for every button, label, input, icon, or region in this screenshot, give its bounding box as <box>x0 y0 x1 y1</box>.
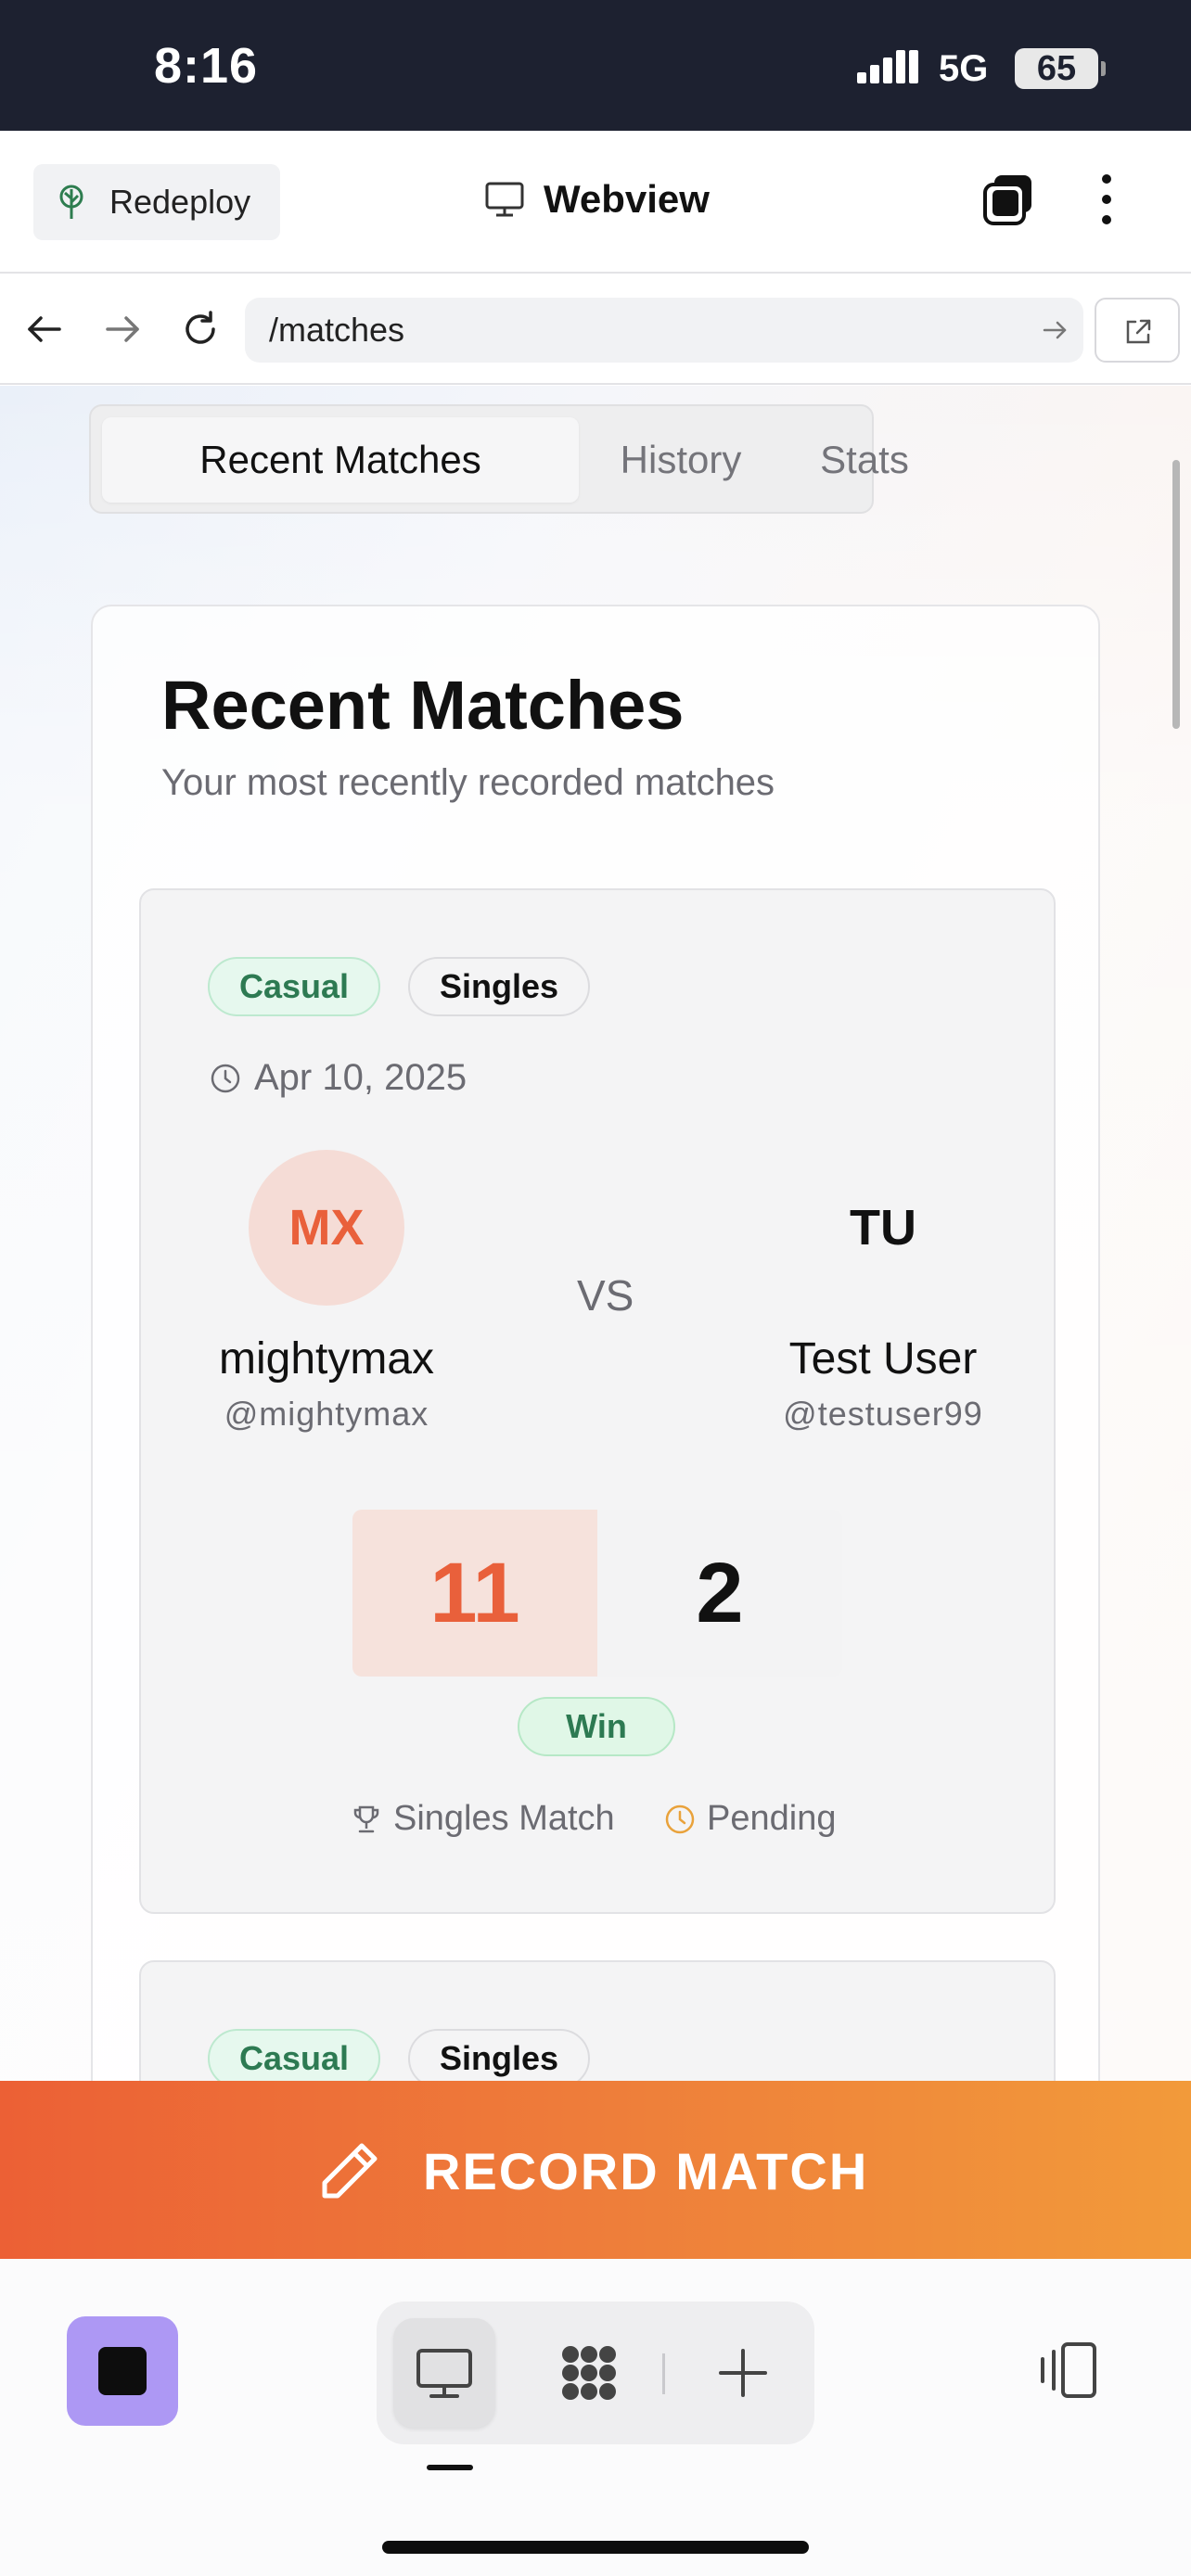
match-card[interactable]: Casual Singles Apr 10, 2025 MX TU VS mig… <box>139 888 1056 1914</box>
bottom-toolbar <box>0 2259 1191 2576</box>
match-card[interactable]: Casual Singles <box>139 1960 1056 2081</box>
monitor-icon <box>485 182 524 217</box>
tab-bar: Recent Matches History Stats <box>89 404 909 514</box>
tree-icon <box>59 185 83 219</box>
avatar: TU <box>805 1150 961 1306</box>
versus-label: VS <box>577 1271 634 1320</box>
dock-grid-button[interactable] <box>538 2318 640 2428</box>
clock-icon <box>211 1064 240 1092</box>
page-content: Recent Matches History Stats Recent Matc… <box>0 386 1191 2081</box>
pencil-icon <box>322 2143 378 2199</box>
arrow-left-icon[interactable] <box>20 305 69 353</box>
clock-icon <box>665 1804 695 1833</box>
player1-handle: @mightymax <box>224 1395 429 1433</box>
match-mode-badge: Casual <box>208 957 381 1016</box>
page-subtitle: Your most recently recorded matches <box>161 762 775 803</box>
redeploy-label: Redeploy <box>109 183 251 221</box>
dock-desktop-button[interactable] <box>393 2318 495 2428</box>
match-status-text: Pending <box>707 1799 837 1838</box>
app-header: Redeploy Webview <box>0 131 1191 274</box>
network-type: 5G <box>939 48 989 89</box>
match-type-text: Singles Match <box>393 1799 615 1838</box>
open-external-button[interactable] <box>1095 298 1180 363</box>
stop-button[interactable] <box>67 2316 178 2426</box>
match-type: Singles Match <box>351 1799 615 1839</box>
devices-icon[interactable] <box>1035 2340 1102 2400</box>
tabs-icon[interactable] <box>981 172 1037 227</box>
active-indicator <box>427 2465 473 2470</box>
match-mode-badge: Casual <box>208 2029 381 2081</box>
monitor-icon <box>416 2349 472 2398</box>
go-arrow-icon[interactable] <box>1041 316 1069 344</box>
battery-indicator: 65 <box>1015 48 1106 89</box>
status-bar: 8:16 5G 65 <box>0 0 1191 131</box>
reload-icon[interactable] <box>176 305 224 353</box>
tab-stats[interactable]: Stats <box>774 417 955 503</box>
avatar: MX <box>249 1150 404 1306</box>
player1-score: 11 <box>352 1510 597 1677</box>
url-input[interactable]: /matches <box>245 298 1083 363</box>
more-vertical-icon[interactable] <box>1093 172 1121 227</box>
trophy-icon <box>353 1805 379 1832</box>
home-indicator <box>382 2541 809 2554</box>
grid-icon <box>562 2346 616 2400</box>
recent-matches-panel: Recent Matches Your most recently record… <box>91 605 1100 2081</box>
player2-score: 2 <box>597 1510 842 1677</box>
match-format-badge: Singles <box>408 2029 591 2081</box>
url-text: /matches <box>269 311 405 349</box>
url-bar: /matches <box>0 275 1191 385</box>
page-title: Recent Matches <box>161 667 685 744</box>
header-title-text: Webview <box>544 177 710 221</box>
dock <box>377 2302 814 2444</box>
record-match-button[interactable]: RECORD MATCH <box>0 2081 1191 2259</box>
match-date-text: Apr 10, 2025 <box>254 1057 467 1098</box>
player2-name: Test User <box>788 1334 978 1384</box>
dock-divider <box>662 2353 665 2394</box>
result-badge: Win <box>518 1697 675 1756</box>
record-match-label: RECORD MATCH <box>423 2142 869 2200</box>
redeploy-button[interactable]: Redeploy <box>33 164 280 240</box>
match-date: Apr 10, 2025 <box>210 1057 467 1099</box>
arrow-right-icon[interactable] <box>98 305 147 353</box>
match-format-badge: Singles <box>408 957 591 1016</box>
scrollbar[interactable] <box>1172 460 1180 729</box>
player1-name: mightymax <box>218 1334 435 1384</box>
tab-history[interactable]: History <box>588 417 774 503</box>
stop-icon <box>98 2347 147 2395</box>
signal-icon <box>857 50 918 83</box>
dock-add-button[interactable] <box>692 2318 794 2428</box>
tab-recent-matches[interactable]: Recent Matches <box>102 417 579 503</box>
match-status: Pending <box>664 1799 836 1839</box>
external-link-icon <box>1126 319 1151 344</box>
plus-icon <box>719 2349 767 2397</box>
status-time: 8:16 <box>154 38 259 94</box>
header-title: Webview <box>484 177 710 222</box>
player2-handle: @testuser99 <box>783 1395 983 1433</box>
